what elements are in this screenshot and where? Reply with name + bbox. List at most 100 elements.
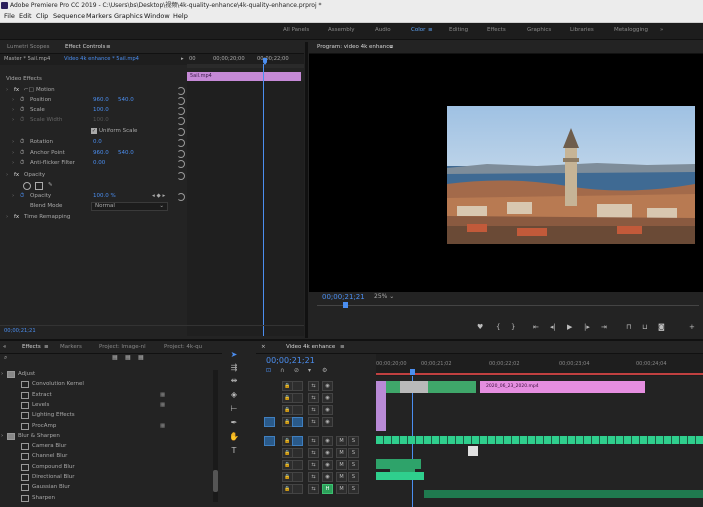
workspace-audio[interactable]: Audio bbox=[375, 27, 391, 33]
time-remapping-row[interactable]: › fx Time Remapping bbox=[0, 212, 186, 222]
clip-v4-white[interactable] bbox=[400, 381, 428, 393]
tab-markers[interactable]: Markers bbox=[60, 342, 82, 353]
workspace-menu-icon[interactable]: ≡ bbox=[428, 27, 433, 33]
sync-lock-icon[interactable]: ⇆ bbox=[308, 436, 319, 446]
effects-item[interactable]: Channel Blur bbox=[0, 451, 210, 461]
panel-menu-icon[interactable]: ≡ bbox=[340, 342, 345, 353]
chevron-right-icon[interactable]: › bbox=[1, 369, 3, 379]
effect-controls-timecode[interactable]: 00;00;21;21 bbox=[4, 326, 36, 337]
clip-v4-green2[interactable] bbox=[428, 381, 476, 393]
opacity-section-row[interactable]: › fx Opacity bbox=[0, 170, 186, 180]
accelerated-effects-icon[interactable]: ▦ bbox=[112, 354, 118, 361]
effects-item[interactable]: Sharpen bbox=[0, 493, 210, 503]
pen-tool-icon[interactable]: ✒ bbox=[229, 418, 239, 428]
tab-project-4k[interactable]: Project: 4k-qu bbox=[164, 342, 202, 353]
add-marker-icon[interactable]: ♥ bbox=[477, 323, 483, 331]
step-forward-icon[interactable]: |▸ bbox=[584, 323, 590, 331]
track-target-button[interactable] bbox=[292, 417, 303, 427]
position-x-value[interactable]: 960.0 bbox=[93, 95, 109, 105]
reset-scale-icon[interactable] bbox=[177, 107, 185, 115]
sync-lock-icon[interactable]: ⇆ bbox=[308, 405, 319, 415]
horizontal-divider[interactable] bbox=[0, 339, 703, 341]
close-icon[interactable]: × bbox=[261, 342, 266, 353]
timeline-playhead-head[interactable] bbox=[410, 369, 415, 375]
mute-button[interactable]: M bbox=[336, 484, 347, 494]
tab-effect-controls[interactable]: Effect Controls bbox=[65, 42, 105, 53]
reset-uniform-icon[interactable] bbox=[177, 128, 185, 136]
solo-button[interactable]: S bbox=[348, 448, 359, 458]
track-target-button[interactable] bbox=[292, 436, 303, 446]
stopwatch-icon[interactable]: ⏱ bbox=[20, 105, 24, 115]
source-patch-button[interactable] bbox=[264, 417, 275, 427]
clip-v-small[interactable] bbox=[468, 446, 478, 456]
mute-button[interactable]: M bbox=[336, 436, 347, 446]
razor-tool-icon[interactable]: ◈ bbox=[229, 390, 239, 400]
tracks-area[interactable]: 2020_06_23_2020.mp4 bbox=[376, 378, 703, 507]
sync-lock-icon[interactable]: ⇆ bbox=[308, 484, 319, 494]
effects-scrollbar-thumb[interactable] bbox=[213, 470, 218, 492]
workspace-libraries[interactable]: Libraries bbox=[570, 27, 594, 33]
timeline-timecode[interactable]: 00;00;21;21 bbox=[266, 356, 315, 365]
audio-track-a1[interactable] bbox=[376, 436, 703, 444]
reset-flicker-icon[interactable] bbox=[177, 160, 185, 168]
menu-window[interactable]: Window bbox=[144, 11, 170, 22]
track-target-button[interactable] bbox=[292, 460, 303, 470]
clip-v4-pink[interactable]: 2020_06_23_2020.mp4 bbox=[480, 381, 645, 393]
menu-graphics[interactable]: Graphics bbox=[114, 11, 143, 22]
workspace-metalogging[interactable]: Metalogging bbox=[614, 27, 648, 33]
go-to-in-icon[interactable]: ⇤ bbox=[533, 323, 539, 331]
chevron-right-icon[interactable]: › bbox=[1, 431, 3, 441]
track-target-button[interactable] bbox=[292, 484, 303, 494]
source-patch-button[interactable] bbox=[264, 436, 275, 446]
stopwatch-icon[interactable]: ⏱ bbox=[20, 191, 24, 201]
effects-item[interactable]: Levels ▦ bbox=[0, 400, 210, 410]
anti-flicker-value[interactable]: 0.00 bbox=[93, 158, 105, 168]
effects-item[interactable]: ProcAmp ▦ bbox=[0, 421, 210, 431]
workspace-all-panels[interactable]: All Panels bbox=[283, 27, 309, 33]
sequence-clip-label[interactable]: Video 4k enhance * 5ail.mp4 bbox=[64, 54, 139, 65]
solo-button[interactable]: S bbox=[348, 484, 359, 494]
effects-item[interactable]: Lighting Effects bbox=[0, 410, 210, 420]
solo-button[interactable]: S bbox=[348, 436, 359, 446]
track-select-icon[interactable]: ⇶ bbox=[229, 363, 239, 373]
reset-opacity-icon[interactable] bbox=[177, 172, 185, 180]
monitor-timeline-bar[interactable] bbox=[317, 305, 699, 306]
hand-tool-icon[interactable]: ✋ bbox=[229, 432, 239, 442]
menu-help[interactable]: Help bbox=[173, 11, 188, 22]
extract-icon[interactable]: ⊔ bbox=[642, 323, 647, 331]
opacity-value[interactable]: 100.0 % bbox=[93, 191, 116, 201]
effects-item[interactable]: Extract ▦ bbox=[0, 390, 210, 400]
menu-markers[interactable]: Markers bbox=[86, 11, 112, 22]
slip-tool-icon[interactable]: ⊢ bbox=[229, 404, 239, 414]
track-v1-button[interactable]: H bbox=[322, 484, 333, 494]
sync-lock-icon[interactable]: ⇆ bbox=[308, 381, 319, 391]
toggle-output-icon[interactable]: ◉ bbox=[322, 381, 333, 391]
mark-in-icon[interactable]: { bbox=[496, 323, 500, 331]
track-target-button[interactable] bbox=[292, 472, 303, 482]
tab-sequence[interactable]: Video 4k enhance bbox=[286, 342, 335, 353]
solo-button[interactable]: S bbox=[348, 472, 359, 482]
reset-scale-width-icon[interactable] bbox=[177, 117, 185, 125]
mini-clip-bar[interactable]: 5ail.mp4 bbox=[187, 72, 301, 81]
effects-item[interactable]: Camera Blur bbox=[0, 441, 210, 451]
workspace-effects[interactable]: Effects bbox=[487, 27, 506, 33]
master-clip-dropdown[interactable]: Master * 5ail.mp4 bbox=[4, 54, 50, 65]
sync-lock-icon[interactable]: ⇆ bbox=[308, 472, 319, 482]
tab-lumetri-scopes[interactable]: Lumetri Scopes bbox=[7, 42, 50, 53]
workspace-graphics[interactable]: Graphics bbox=[527, 27, 551, 33]
type-tool-icon[interactable]: T bbox=[229, 446, 239, 456]
toggle-output-icon[interactable]: ◉ bbox=[322, 405, 333, 415]
effects-item[interactable]: Gaussian Blur bbox=[0, 482, 210, 492]
rectangle-mask-icon[interactable] bbox=[35, 182, 43, 190]
audio-track-a4[interactable] bbox=[424, 490, 703, 498]
program-monitor-title[interactable]: Program: video 4k enhance bbox=[317, 42, 393, 53]
sync-lock-icon[interactable]: ⇆ bbox=[308, 417, 319, 427]
tab-effects[interactable]: Effects bbox=[22, 342, 41, 353]
reset-anchor-icon[interactable] bbox=[177, 150, 185, 158]
search-icon[interactable]: ⌕ bbox=[4, 354, 7, 362]
mute-button[interactable]: M bbox=[336, 472, 347, 482]
selection-tool-icon[interactable]: ➤ bbox=[229, 350, 239, 360]
anchor-x-value[interactable]: 960.0 bbox=[93, 148, 109, 158]
work-area-bar[interactable] bbox=[376, 373, 703, 375]
anchor-y-value[interactable]: 540.0 bbox=[118, 148, 134, 158]
